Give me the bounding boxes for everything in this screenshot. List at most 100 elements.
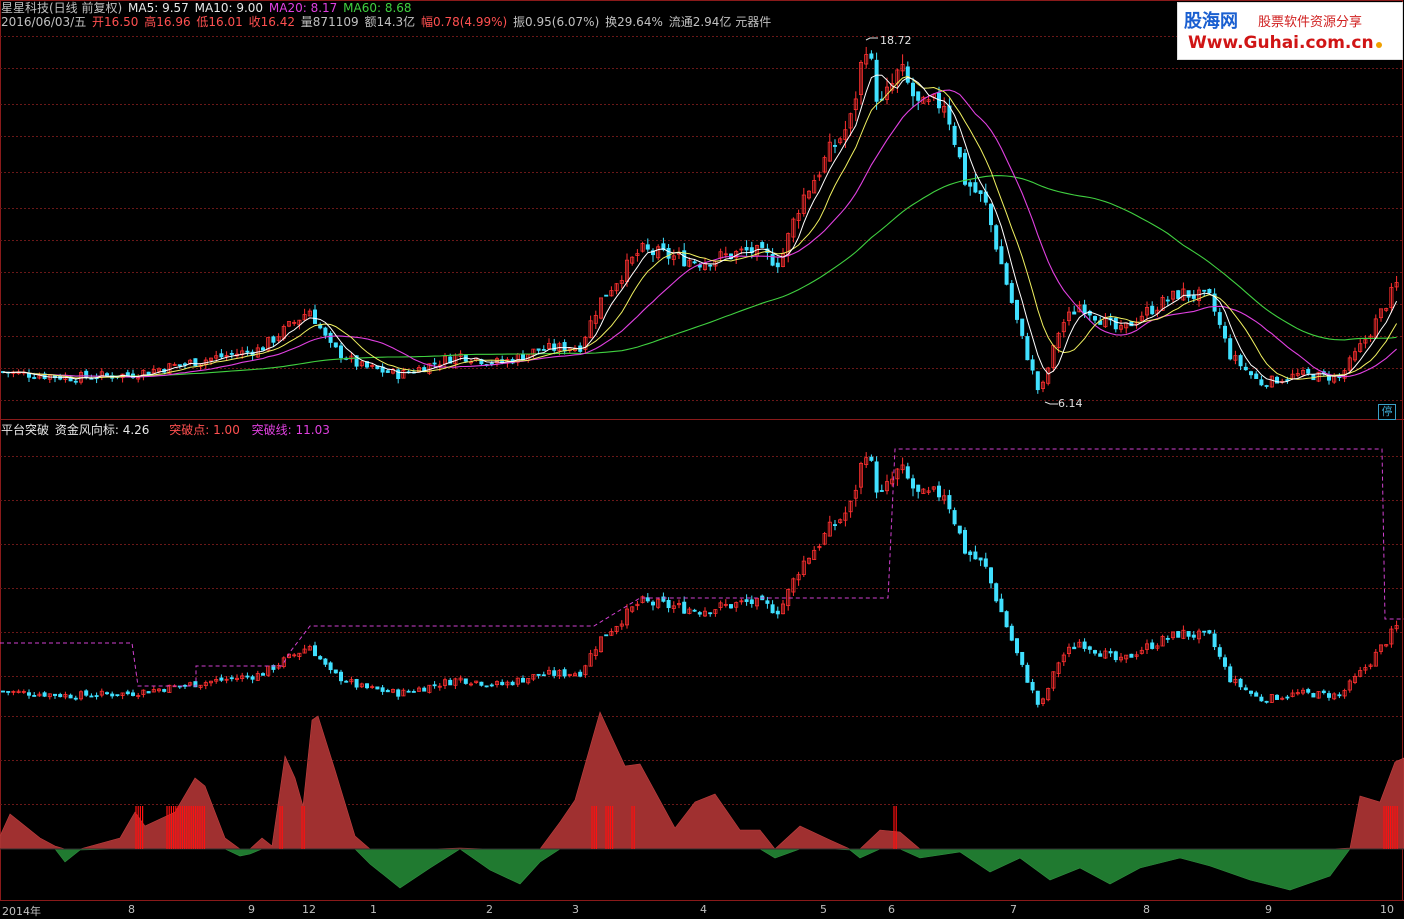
price-candle	[1030, 359, 1035, 371]
indicator-candle	[562, 669, 567, 677]
indicator-candle	[84, 690, 89, 696]
guhai-logo: 股海网 股票软件资源分享 Www.Guhai.com.cn	[1177, 2, 1403, 60]
indicator-candle	[26, 692, 31, 696]
indicator-candle	[1243, 687, 1248, 691]
price-candle	[105, 373, 110, 376]
indicator-candle	[1129, 653, 1134, 658]
indicator-candle	[651, 601, 656, 606]
indicator-candle	[1025, 664, 1030, 683]
indicator-candle	[911, 478, 916, 489]
price-candle	[1249, 371, 1254, 376]
price-candle	[193, 358, 198, 367]
price-candle	[1243, 366, 1248, 371]
price-candle	[177, 364, 182, 367]
indicator-candle	[484, 685, 489, 688]
price-candle	[1082, 304, 1087, 315]
indicator-candle	[94, 695, 99, 697]
price-candle	[182, 363, 187, 366]
indicator-candle	[479, 681, 484, 686]
indicator-candle	[333, 669, 338, 674]
x-label-11: 8	[1143, 903, 1150, 916]
x-label-13: 10	[1380, 903, 1394, 916]
indicator-candle	[130, 692, 135, 696]
indicator-candle	[510, 681, 515, 686]
price-candle	[1093, 316, 1098, 321]
indicator-candle	[999, 598, 1004, 613]
indicator-candle	[1087, 646, 1092, 650]
indicator-candle	[1306, 689, 1311, 693]
indicator-candle	[328, 662, 333, 671]
price-candle	[1223, 325, 1228, 339]
logo-tagline: 股票软件资源分享	[1258, 15, 1363, 30]
indicator-candle	[105, 692, 110, 695]
indicator-candle	[541, 674, 546, 677]
indicator-candle	[396, 689, 401, 697]
indicator-candle	[963, 529, 968, 554]
price-candle	[536, 348, 541, 351]
indicator-candle	[32, 695, 37, 697]
chart-frame	[0, 0, 1403, 901]
indicator-candle	[260, 673, 265, 676]
indicator-candle	[744, 599, 749, 602]
ma5-value: MA5: 9.57	[128, 1, 189, 15]
min-price-label: 6.14	[1058, 397, 1083, 410]
indicator-candle	[146, 691, 151, 694]
indicator-candle	[245, 675, 250, 678]
indicator-candle	[1082, 641, 1087, 649]
price-candle	[1207, 289, 1212, 294]
max-marker	[865, 37, 878, 41]
indicator-candle	[952, 510, 957, 525]
indicator-candle	[110, 693, 115, 697]
price-candle	[432, 362, 437, 365]
indicator-candle	[115, 694, 120, 697]
indicator-candle	[874, 461, 879, 493]
indicator-candle	[375, 686, 380, 690]
indicator-candle	[125, 691, 130, 695]
indicator-candle	[833, 524, 838, 526]
price-panel-header: 星星科技(日线 前复权) MA5: 9.57 MA10: 9.00 MA20: …	[1, 1, 414, 15]
price-candle	[229, 353, 234, 355]
price-candle	[666, 248, 671, 259]
indicator-candle	[1020, 651, 1025, 665]
indicator-candle	[500, 681, 505, 686]
price-candle	[1259, 379, 1264, 386]
indicator-candle	[448, 679, 453, 686]
indicator-candle	[1009, 625, 1014, 641]
fund-flow-positive-area	[0, 711, 1404, 850]
indicator-candle	[1072, 646, 1077, 650]
price-candle	[744, 247, 749, 251]
indicator-candle	[1150, 642, 1155, 649]
indicator-candle	[682, 601, 687, 614]
price-candle	[911, 82, 916, 97]
indicator-candle	[219, 677, 224, 681]
logo-dot-icon	[1375, 42, 1382, 48]
price-candle	[1238, 355, 1243, 367]
indicator-candle	[604, 634, 609, 637]
price-candle	[1150, 305, 1155, 315]
indicator-candle	[323, 658, 328, 665]
indicator-candle	[411, 691, 416, 693]
indicator-candle	[1212, 633, 1217, 648]
ma60-value: MA60: 8.68	[343, 1, 412, 15]
indicator-candle	[1321, 690, 1326, 694]
indicator-candle	[489, 684, 494, 687]
price-candle	[541, 349, 546, 351]
indicator-candle	[697, 612, 702, 615]
indicator-candle	[1207, 630, 1212, 634]
indicator-candle	[380, 687, 385, 692]
x-label-2: 9	[248, 903, 255, 916]
indicator-candle	[364, 683, 369, 689]
price-candle	[1113, 317, 1118, 330]
quote-volume: 量871109	[300, 15, 359, 29]
indicator-candle	[1191, 634, 1196, 638]
indicator-candle	[6, 691, 11, 693]
indicator-candle	[968, 551, 973, 556]
x-label-3: 12	[302, 903, 316, 916]
stop-icon[interactable]: 停	[1378, 404, 1396, 420]
price-candle	[271, 336, 276, 343]
price-candle	[978, 190, 983, 195]
x-label-10: 7	[1010, 903, 1017, 916]
price-candle	[994, 225, 999, 250]
indicator-candle	[1108, 651, 1113, 654]
price-candle	[770, 253, 775, 266]
